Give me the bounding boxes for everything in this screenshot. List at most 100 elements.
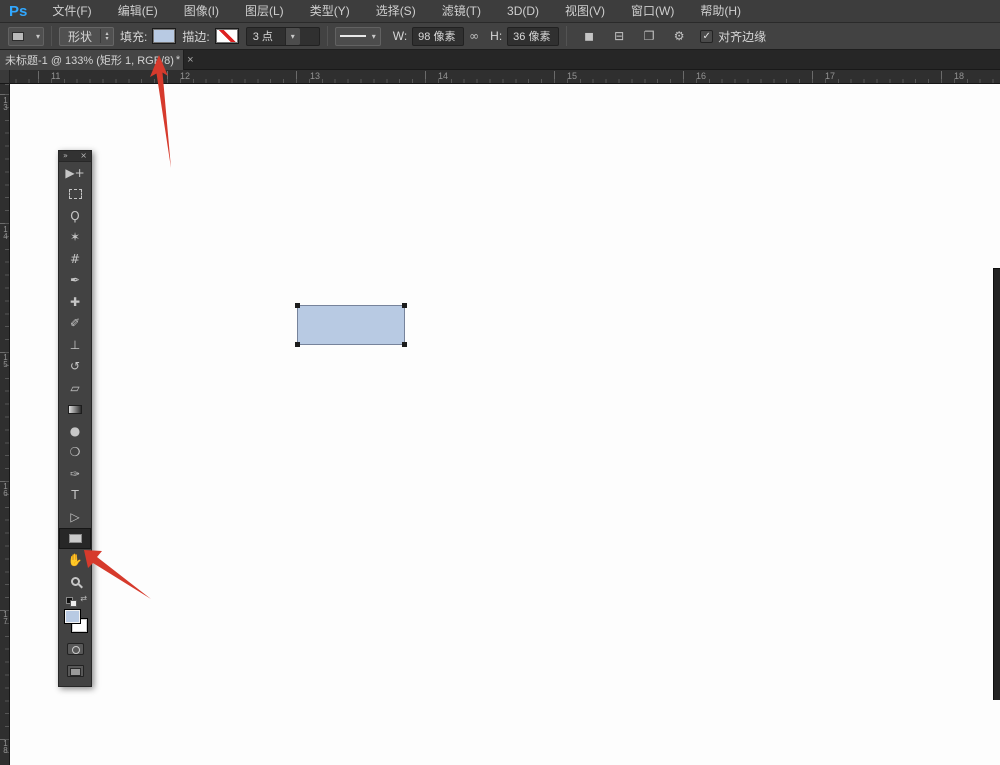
menu-item[interactable]: 文件(F) (39, 0, 104, 23)
eraser-tool[interactable]: ▱ (59, 377, 91, 399)
blur-tool-icon: ● (70, 425, 80, 437)
pen-tool[interactable]: ✑ (59, 463, 91, 485)
link-dimensions-icon[interactable]: ∞ (469, 29, 479, 43)
magic-wand-tool-icon: ✶ (70, 231, 80, 243)
gradient-tool[interactable] (59, 399, 91, 421)
path-operations-button[interactable]: ◼ (577, 26, 601, 46)
gradient-tool-icon (68, 405, 82, 414)
brush-tool[interactable]: ✐ (59, 313, 91, 335)
magic-wand-tool[interactable]: ✶ (59, 227, 91, 249)
vruler-tick-label: 14 (1, 225, 10, 239)
stroke-width-field[interactable]: 3 点 ▾ (246, 27, 320, 46)
path-alignment-button[interactable]: ⊟ (607, 26, 631, 46)
crop-tool[interactable]: # (59, 248, 91, 270)
quick-mask-icon (67, 643, 84, 655)
path-selection-tool-icon: ▷ (70, 511, 79, 523)
rectangular-marquee-tool-icon (69, 189, 82, 199)
vertical-ruler[interactable]: 131415161718 (0, 84, 10, 765)
divider (51, 26, 52, 46)
move-tool-icon: ▶+ (65, 167, 84, 179)
move-tool[interactable]: ▶+ (59, 162, 91, 184)
menu-item[interactable]: 滤镜(T) (429, 0, 494, 23)
settings-gear-button[interactable]: ⚙ (667, 26, 691, 46)
transform-handle-nw[interactable] (295, 303, 300, 308)
lasso-tool-icon: Ϙ (70, 210, 79, 222)
eyedropper-tool[interactable]: ✒ (59, 270, 91, 292)
path-arrange-button[interactable]: ❐ (637, 26, 661, 46)
close-panel-icon[interactable]: × (80, 151, 87, 161)
tools-panel-header[interactable]: » × (59, 151, 91, 162)
spot-healing-brush-tool[interactable]: ✚ (59, 291, 91, 313)
tool-preset-picker[interactable]: ▾ (8, 27, 44, 46)
menu-item[interactable]: 3D(D) (494, 0, 552, 23)
rectangular-marquee-tool[interactable] (59, 184, 91, 206)
rectangle-tool-icon (69, 534, 82, 543)
options-bar: ▾ 形状 ▴ ▾ 填充: 描边: 3 点 ▾ ▾ W: 98 像素 ∞ H: 3… (0, 23, 1000, 50)
hruler-tick-label: 18 (954, 71, 964, 81)
eraser-tool-icon: ▱ (70, 382, 79, 394)
lasso-tool[interactable]: Ϙ (59, 205, 91, 227)
tools-panel-footer: ⇄ (59, 592, 91, 686)
collapsed-panel-edge[interactable] (993, 268, 1000, 700)
shape-height-value: 36 像素 (513, 28, 550, 44)
path-option-buttons: ◼ ⊟ ❐ ⚙ (574, 26, 694, 46)
menu-item[interactable]: 图层(L) (232, 0, 297, 23)
tab-close-icon[interactable]: × (187, 54, 193, 66)
menu-item[interactable]: 编辑(E) (105, 0, 171, 23)
canvas[interactable] (10, 84, 1000, 765)
fill-color-swatch[interactable] (152, 28, 176, 44)
menu-item[interactable]: 视图(V) (552, 0, 618, 23)
rectangle-tool[interactable] (59, 528, 91, 550)
brush-tool-icon: ✐ (70, 317, 80, 329)
quick-mask-button[interactable] (59, 638, 91, 660)
default-colors-icon-bg (70, 600, 77, 607)
hruler-tick-label: 16 (696, 71, 706, 81)
stroke-color-swatch[interactable] (215, 28, 239, 44)
default-swap-colors[interactable]: ⇄ (59, 594, 91, 608)
hand-tool-icon: ✋ (68, 554, 83, 566)
zoom-tool[interactable] (59, 571, 91, 593)
hruler-tick-label: 12 (180, 71, 190, 81)
shape-width-input[interactable]: 98 像素 (412, 27, 464, 46)
document-tab[interactable]: 未标题-1 @ 133% (矩形 1, RGB/8) * × (0, 50, 184, 70)
align-edges-checkbox[interactable]: ✓ (700, 30, 713, 43)
transform-handle-se[interactable] (402, 342, 407, 347)
ruler-origin-box[interactable] (0, 70, 10, 84)
menu-item[interactable]: 类型(Y) (297, 0, 363, 23)
transform-handle-sw[interactable] (295, 342, 300, 347)
foreground-color-swatch[interactable] (64, 609, 81, 624)
tool-mode-select[interactable]: 形状 ▴ ▾ (59, 27, 114, 46)
menu-bar: Ps 文件(F)编辑(E)图像(I)图层(L)类型(Y)选择(S)滤镜(T)3D… (0, 0, 1000, 23)
history-brush-tool-icon: ↺ (70, 360, 80, 372)
updown-arrows-icon: ▴ ▾ (100, 29, 113, 43)
crop-tool-icon: # (70, 253, 80, 265)
clone-stamp-tool[interactable]: ⊥ (59, 334, 91, 356)
swap-colors-icon[interactable]: ⇄ (80, 594, 87, 603)
type-tool-icon: T (71, 489, 78, 501)
blur-tool[interactable]: ● (59, 420, 91, 442)
screen-mode-button[interactable] (59, 660, 91, 682)
rectangle-tool-preset-icon (12, 32, 24, 41)
transform-handle-ne[interactable] (402, 303, 407, 308)
history-brush-tool[interactable]: ↺ (59, 356, 91, 378)
clone-stamp-tool-icon: ⊥ (70, 339, 80, 351)
toolbar-tools: ▶+ Ϙ ✶ # ✒✚ ✐ ⊥ ↺ ▱ ● ❍✑ T ▷ ✋ (59, 162, 91, 592)
document-tab-bar: 未标题-1 @ 133% (矩形 1, RGB/8) * × (0, 50, 1000, 70)
stroke-type-dropdown[interactable]: ▾ (335, 27, 381, 46)
collapse-panel-icon[interactable]: » (63, 151, 68, 161)
dodge-tool[interactable]: ❍ (59, 442, 91, 464)
menu-item[interactable]: 选择(S) (363, 0, 429, 23)
horizontal-ruler[interactable]: 1112131415161718 (10, 70, 1000, 84)
hruler-tick-label: 14 (438, 71, 448, 81)
stroke-width-dropdown[interactable]: ▾ (285, 28, 300, 45)
type-tool[interactable]: T (59, 485, 91, 507)
shape-height-input[interactable]: 36 像素 (507, 27, 559, 46)
menu-item[interactable]: 窗口(W) (618, 0, 687, 23)
chevron-down-icon: ▾ (36, 32, 40, 41)
shape-rectangle[interactable] (297, 305, 405, 345)
menu-item[interactable]: 图像(I) (171, 0, 232, 23)
path-selection-tool[interactable]: ▷ (59, 506, 91, 528)
photoshop-logo: Ps (9, 3, 27, 20)
hand-tool[interactable]: ✋ (59, 549, 91, 571)
menu-item[interactable]: 帮助(H) (687, 0, 754, 23)
